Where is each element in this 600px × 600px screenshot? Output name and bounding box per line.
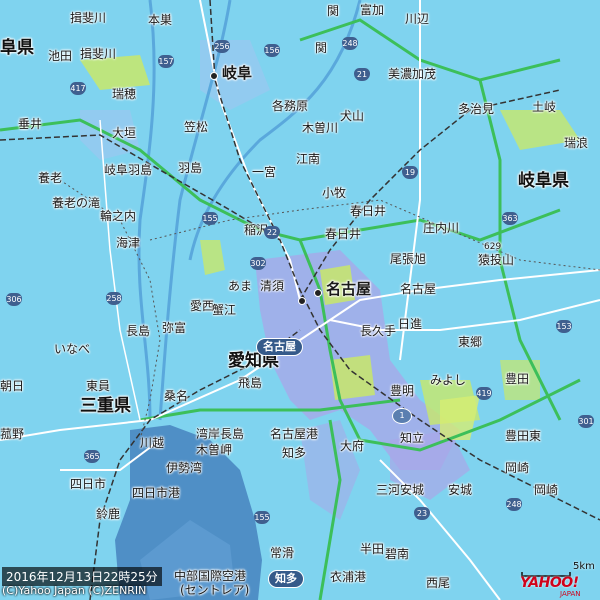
label-kanie: 蟹江: [212, 303, 237, 317]
label-kuwana: 桑名: [164, 389, 189, 403]
label-tarui: 垂井: [18, 117, 43, 131]
label-gifu-pref: 岐阜県: [518, 171, 569, 191]
label-gifu: 岐阜: [222, 64, 253, 82]
label-tokoname: 常滑: [270, 546, 295, 560]
label-chiryu: 知立: [400, 431, 425, 445]
label-nagakute: 長久手: [360, 324, 397, 338]
label-kisogawa: 木曽川: [302, 121, 339, 135]
city-marker: [298, 297, 306, 305]
label-wangan-nagashima: 湾岸長島: [196, 427, 245, 441]
label-mizuho: 瑞穂: [112, 87, 137, 101]
map-canvas[interactable]: 阜県 岐阜県 愛知県 三重県 名古屋 岐阜 揖斐川 本巣 関 富加 川辺 関 池…: [0, 0, 600, 600]
label-gifu-pref-left: 阜県: [0, 38, 34, 58]
label-okazaki2: 岡崎: [534, 483, 559, 497]
label-handa: 半田: [360, 542, 385, 556]
label-seto: 庄内川: [423, 221, 460, 235]
label-chita: 知多: [282, 446, 307, 460]
label-yoro: 養老: [38, 171, 63, 185]
label-toin: 東員: [86, 379, 111, 393]
green-patch: [440, 395, 480, 440]
label-sarunage: 猿投山: [478, 253, 515, 267]
label-komaki: 小牧: [322, 186, 347, 200]
label-ise-bay: 伊勢湾: [166, 461, 203, 475]
label-honsu: 本巣: [148, 13, 173, 27]
label-aichi-pref: 愛知県: [228, 351, 279, 371]
nagoya-expressway-badge: 名古屋: [256, 338, 303, 356]
label-konan: 江南: [296, 152, 321, 166]
label-toyotahigashi: 豊田東: [505, 429, 542, 443]
route-shield: 1: [392, 408, 412, 424]
label-centrair: 中部国際空港: [174, 569, 247, 583]
label-yatomi: 弥富: [162, 321, 187, 335]
label-owariasahi: 尾張旭: [390, 252, 427, 266]
label-ogaki: 大垣: [112, 126, 137, 140]
label-toki: 土岐: [532, 100, 557, 114]
label-ibigawa2: 揖斐川: [80, 47, 117, 61]
label-yokkaichi-port: 四日市港: [132, 486, 181, 500]
label-kaizu: 海津: [116, 236, 141, 250]
label-obu: 大府: [340, 439, 365, 453]
label-kasugai2: 春日井: [325, 227, 362, 241]
label-tajimi: 多治見: [458, 102, 495, 116]
label-gifu-hashima: 岐阜羽島: [104, 163, 153, 177]
label-komono: 菰野: [0, 427, 25, 441]
label-hekinan: 碧南: [385, 547, 410, 561]
label-tobishima: 飛島: [238, 376, 263, 390]
label-kasugai: 春日井: [350, 204, 387, 218]
label-minokamo: 美濃加茂: [388, 67, 437, 81]
label-mizunami: 瑞浪: [564, 136, 589, 150]
label-mie-pref: 三重県: [80, 396, 131, 416]
label-kawabe: 川辺: [405, 12, 430, 26]
label-nishio: 西尾: [426, 576, 451, 590]
label-kakamigahara: 各務原: [272, 99, 309, 113]
label-yamagata: 関: [327, 4, 340, 18]
label-toyoake: 豊明: [390, 384, 415, 398]
label-wanouchi: 輪之内: [100, 209, 137, 223]
label-okazaki: 岡崎: [505, 461, 530, 475]
label-nagoya: 名古屋: [326, 280, 372, 298]
label-nagashima: 長島: [126, 324, 151, 338]
label-inuyama: 犬山: [340, 109, 365, 123]
label-ikeda: 池田: [48, 49, 73, 63]
label-mikawa-anjo: 三河安城: [376, 483, 425, 497]
label-seki: 関: [315, 41, 328, 55]
label-kasamatsu: 笠松: [184, 120, 209, 134]
scale-label: 5km: [573, 561, 595, 572]
label-nisshin: 日進: [398, 317, 423, 331]
label-kisozaki: 木曽岬: [196, 443, 233, 457]
green-patch: [200, 240, 225, 275]
yahoo-logo-sub: JAPAN: [560, 590, 581, 598]
city-marker: [314, 289, 322, 297]
label-miyoshi: みよし: [430, 373, 467, 387]
label-kiyosu: 清須: [260, 279, 285, 293]
label-centrair2: (セントレア): [180, 583, 250, 597]
city-marker: [210, 72, 218, 80]
copyright: (C)Yahoo Japan (C)ZENRIN: [2, 584, 147, 597]
label-ibigawa: 揖斐川: [70, 11, 107, 25]
label-kawagoe: 川越: [140, 436, 165, 450]
chita-badge: 知多: [268, 570, 304, 588]
label-ama: あま: [228, 279, 253, 293]
label-yokkaichi: 四日市: [70, 477, 107, 491]
label-toyota: 豊田: [505, 372, 530, 386]
label-aisai: 愛西: [190, 299, 215, 313]
label-suzuka: 鈴鹿: [96, 507, 121, 521]
label-meito: 名古屋: [400, 282, 437, 296]
label-anjo: 安城: [448, 483, 473, 497]
label-togo: 東郷: [458, 335, 483, 349]
label-hashima: 羽島: [178, 161, 203, 175]
label-yoro-falls: 養老の滝: [52, 196, 101, 210]
label-asahi: 朝日: [0, 379, 25, 393]
label-inabe: いなべ: [54, 342, 91, 356]
label-kinuura: 衣浦港: [330, 570, 367, 584]
label-sarunage-alt: 629: [484, 242, 502, 252]
label-ichinomiya: 一宮: [252, 165, 277, 179]
label-tomika: 富加: [360, 3, 385, 17]
label-nagoya-port: 名古屋港: [270, 427, 319, 441]
yahoo-logo[interactable]: YAHOO!: [520, 575, 579, 591]
